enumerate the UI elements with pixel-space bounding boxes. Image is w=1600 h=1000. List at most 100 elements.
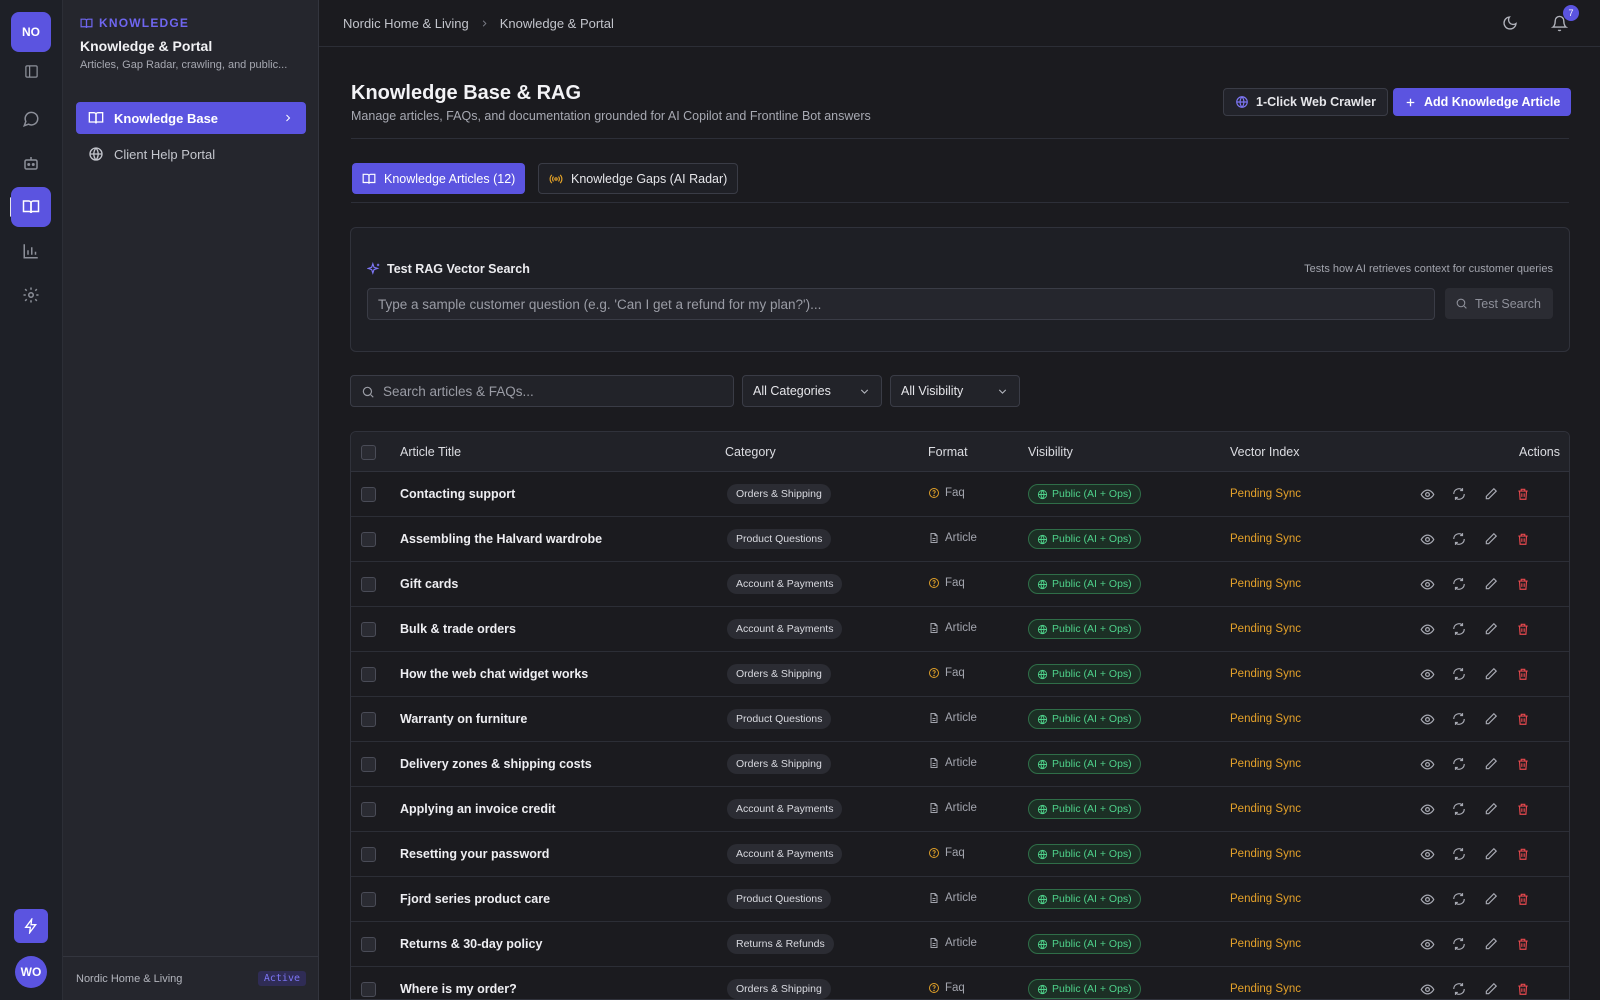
eye-icon[interactable] [1419,981,1435,997]
table-row[interactable]: Delivery zones & shipping costs Orders & … [351,742,1569,787]
table-row[interactable]: Gift cards Account & Payments Faq Public (A… [351,562,1569,607]
article-title[interactable]: Fjord series product care [400,892,550,906]
row-checkbox[interactable] [361,937,376,952]
refresh-icon[interactable] [1451,756,1467,772]
bot-icon[interactable] [11,143,51,183]
refresh-icon[interactable] [1451,666,1467,682]
refresh-icon[interactable] [1451,801,1467,817]
article-title[interactable]: How the web chat widget works [400,667,588,681]
user-avatar[interactable]: WO [15,956,47,988]
row-checkbox[interactable] [361,757,376,772]
search-input[interactable] [383,376,723,406]
chat-bubble-icon[interactable] [11,99,51,139]
eye-icon[interactable] [1419,486,1435,502]
article-title[interactable]: Gift cards [400,577,458,591]
table-row[interactable]: Resetting your password Account & Payment… [351,832,1569,877]
refresh-icon[interactable] [1451,846,1467,862]
row-checkbox[interactable] [361,667,376,682]
trash-icon[interactable] [1515,576,1531,592]
panel-toggle-icon[interactable] [11,51,51,91]
table-row[interactable]: Bulk & trade orders Account & Payments Art… [351,607,1569,652]
article-title[interactable]: Bulk & trade orders [400,622,516,636]
refresh-icon[interactable] [1451,981,1467,997]
trash-icon[interactable] [1515,846,1531,862]
eye-icon[interactable] [1419,891,1435,907]
eye-icon[interactable] [1419,576,1435,592]
eye-icon[interactable] [1419,846,1435,862]
pencil-icon[interactable] [1483,531,1499,547]
table-row[interactable]: How the web chat widget works Orders & Sh… [351,652,1569,697]
row-checkbox[interactable] [361,892,376,907]
bell-icon[interactable]: 7 [1549,5,1579,33]
pencil-icon[interactable] [1483,891,1499,907]
trash-icon[interactable] [1515,981,1531,997]
trash-icon[interactable] [1515,621,1531,637]
refresh-icon[interactable] [1451,576,1467,592]
trash-icon[interactable] [1515,891,1531,907]
pencil-icon[interactable] [1483,666,1499,682]
row-checkbox[interactable] [361,802,376,817]
pencil-icon[interactable] [1483,801,1499,817]
gear-icon[interactable] [11,275,51,315]
article-title[interactable]: Contacting support [400,487,515,501]
tab-knowledge-articles[interactable]: Knowledge Articles (12) [352,163,526,194]
refresh-icon[interactable] [1451,621,1467,637]
refresh-icon[interactable] [1451,486,1467,502]
article-title[interactable]: Resetting your password [400,847,549,861]
refresh-icon[interactable] [1451,531,1467,547]
pencil-icon[interactable] [1483,621,1499,637]
eye-icon[interactable] [1419,756,1435,772]
eye-icon[interactable] [1419,621,1435,637]
pencil-icon[interactable] [1483,936,1499,952]
pencil-icon[interactable] [1483,846,1499,862]
trash-icon[interactable] [1515,756,1531,772]
article-title[interactable]: Assembling the Halvard wardrobe [400,532,602,546]
pencil-icon[interactable] [1483,711,1499,727]
row-checkbox[interactable] [361,622,376,637]
table-row[interactable]: Returns & 30-day policy Returns & Refunds… [351,922,1569,967]
eye-icon[interactable] [1419,801,1435,817]
table-row[interactable]: Where is my order? Orders & Shipping Faq Pu… [351,967,1569,999]
eye-icon[interactable] [1419,531,1435,547]
add-article-button[interactable]: Add Knowledge Article [1393,88,1572,116]
column-header-visibility[interactable]: Visibility [1028,445,1073,459]
sidebar-item-knowledge-base[interactable]: Knowledge Base [76,102,306,134]
article-title[interactable]: Applying an invoice credit [400,802,556,816]
trash-icon[interactable] [1515,666,1531,682]
visibility-select[interactable]: All Visibility [890,375,1020,407]
column-header-format[interactable]: Format [928,445,968,459]
tab-knowledge-gaps[interactable]: Knowledge Gaps (AI Radar) [538,163,739,194]
row-checkbox[interactable] [361,982,376,997]
article-title[interactable]: Returns & 30-day policy [400,937,542,951]
trash-icon[interactable] [1515,486,1531,502]
row-checkbox[interactable] [361,712,376,727]
pencil-icon[interactable] [1483,576,1499,592]
refresh-icon[interactable] [1451,891,1467,907]
table-row[interactable]: Warranty on furniture Product Questions Ar… [351,697,1569,742]
refresh-icon[interactable] [1451,711,1467,727]
sidebar-item-client-help-portal[interactable]: Client Help Portal [76,138,306,170]
table-row[interactable]: Fjord series product care Product Questio… [351,877,1569,922]
lightning-icon[interactable] [14,909,48,943]
refresh-icon[interactable] [1451,936,1467,952]
select-all-checkbox[interactable] [361,445,376,460]
table-row[interactable]: Contacting support Orders & Shipping Faq Pu… [351,472,1569,517]
eye-icon[interactable] [1419,711,1435,727]
category-select[interactable]: All Categories [742,375,882,407]
trash-icon[interactable] [1515,936,1531,952]
article-title[interactable]: Warranty on furniture [400,712,527,726]
rag-query-input[interactable] [367,288,1435,320]
trash-icon[interactable] [1515,801,1531,817]
column-header-category[interactable]: Category [725,445,776,459]
pencil-icon[interactable] [1483,981,1499,997]
bar-chart-icon[interactable] [11,231,51,271]
pencil-icon[interactable] [1483,756,1499,772]
book-open-icon[interactable] [11,187,51,227]
article-title[interactable]: Delivery zones & shipping costs [400,757,592,771]
eye-icon[interactable] [1419,936,1435,952]
column-header-title[interactable]: Article Title [400,445,461,459]
web-crawler-button[interactable]: 1-Click Web Crawler [1223,88,1388,116]
table-row[interactable]: Assembling the Halvard wardrobe Product Q… [351,517,1569,562]
breadcrumb-org[interactable]: Nordic Home & Living [343,16,469,31]
row-checkbox[interactable] [361,532,376,547]
